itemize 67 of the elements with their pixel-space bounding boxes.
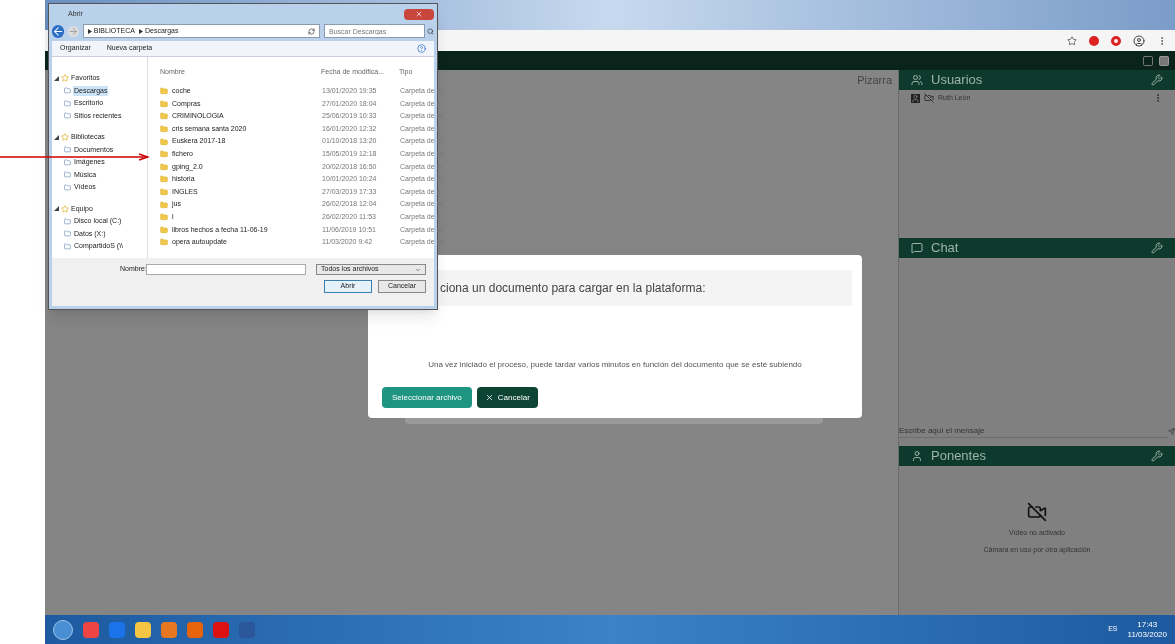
camera-off-icon xyxy=(924,93,934,103)
close-icon xyxy=(484,393,494,402)
star-icon xyxy=(61,133,69,142)
back-icon[interactable] xyxy=(52,24,65,38)
start-button[interactable] xyxy=(53,619,73,640)
folder-icon xyxy=(64,230,71,238)
folder-icon xyxy=(160,112,168,121)
profile-icon[interactable] xyxy=(1133,34,1145,47)
folder-icon xyxy=(160,175,168,184)
clock-date[interactable]: 11/03/2020 xyxy=(1127,629,1167,640)
expand-arrow-icon[interactable] xyxy=(54,206,59,212)
chevron-right-icon xyxy=(87,28,92,34)
folder-icon xyxy=(64,217,71,225)
panel-title: Usuarios xyxy=(931,71,983,90)
cancel-button[interactable]: Cancelar xyxy=(476,387,538,408)
folder-icon xyxy=(160,238,168,247)
extension-icon[interactable] xyxy=(1089,35,1099,46)
folder-icon xyxy=(160,200,168,209)
folder-icon xyxy=(160,137,168,146)
folder-icon xyxy=(64,158,71,166)
refresh-icon[interactable] xyxy=(308,27,315,35)
folder-icon xyxy=(160,87,168,96)
close-button[interactable] xyxy=(404,8,434,20)
message-field[interactable]: Escribe aquí el mensaje xyxy=(899,424,1168,438)
user-icon xyxy=(911,93,920,103)
panel-title: Ponentes xyxy=(931,447,986,466)
close-icon xyxy=(415,10,423,18)
camera-off-icon xyxy=(1027,502,1047,522)
clock-time[interactable]: 17:43 xyxy=(1137,619,1158,630)
folder-icon xyxy=(64,87,71,95)
users-icon xyxy=(911,74,923,86)
folder-icon xyxy=(64,112,71,120)
folder-icon xyxy=(160,125,168,134)
dropdown-caret-icon xyxy=(415,266,421,273)
star-icon xyxy=(61,74,69,83)
star-icon xyxy=(61,204,69,213)
folder-icon xyxy=(64,183,71,191)
select-file-button[interactable]: Seleccionar archivo xyxy=(382,387,472,408)
search-icon[interactable] xyxy=(427,27,434,35)
folder-icon xyxy=(160,99,168,108)
folder-icon xyxy=(64,99,71,107)
taskbar-app-icon[interactable] xyxy=(161,621,177,638)
extension-icon[interactable] xyxy=(1111,35,1121,46)
send-icon[interactable] xyxy=(1168,427,1175,435)
taskbar-app-icon[interactable] xyxy=(135,621,151,638)
modal-note: Una vez iniciado el proceso, puede tardar varios minutos en función del documento que se esté subiendo xyxy=(428,359,802,371)
expand-arrow-icon[interactable] xyxy=(54,75,59,81)
folder-icon xyxy=(160,213,168,222)
folder-icon xyxy=(160,188,168,197)
person-icon xyxy=(911,450,923,462)
bookmark-icon[interactable] xyxy=(1067,35,1077,46)
chevron-right-icon xyxy=(138,28,143,34)
folder-icon xyxy=(64,242,71,250)
modal-heading: ciona un documento para cargar en la plataforma: xyxy=(440,280,706,297)
settings-icon[interactable] xyxy=(1151,74,1163,86)
settings-icon[interactable] xyxy=(1151,450,1163,462)
filename-field[interactable] xyxy=(146,264,306,275)
help-icon[interactable] xyxy=(417,44,426,53)
folder-icon xyxy=(64,171,71,179)
folder-icon xyxy=(160,150,168,159)
folder-icon xyxy=(160,225,168,234)
folder-icon xyxy=(160,162,168,171)
folder-icon xyxy=(64,146,71,154)
chat-icon xyxy=(911,242,923,254)
expand-arrow-icon[interactable] xyxy=(54,134,59,140)
settings-icon[interactable] xyxy=(1151,242,1163,254)
panel-title: Chat xyxy=(931,239,959,258)
